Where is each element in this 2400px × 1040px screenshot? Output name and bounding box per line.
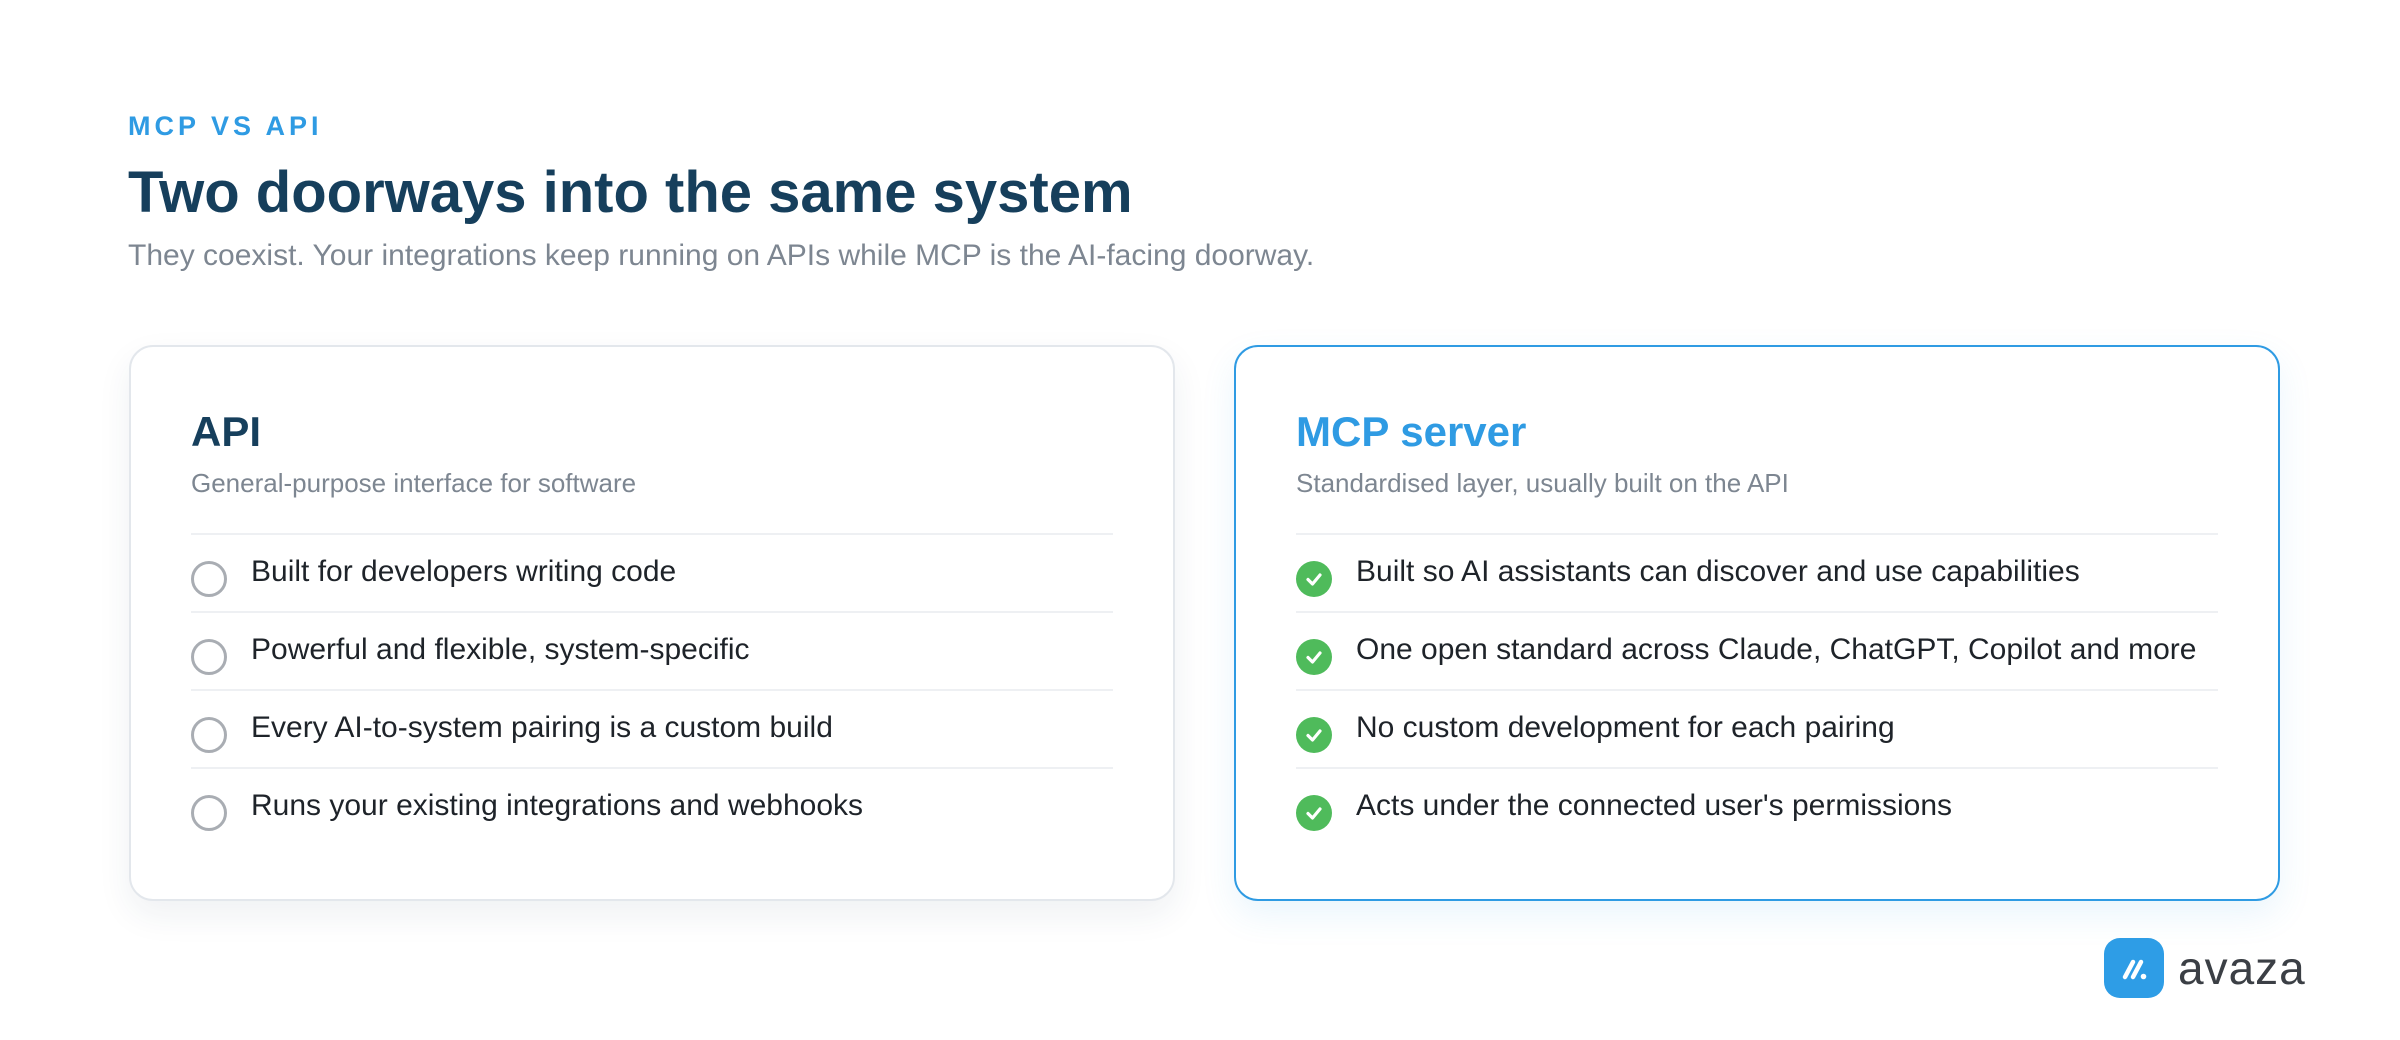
feature-text: No custom development for each pairing	[1356, 711, 1895, 744]
api-feature-list: Built for developers writing code Powerf…	[191, 535, 1113, 847]
api-card: API General-purpose interface for softwa…	[129, 345, 1175, 901]
list-item: Acts under the connected user's permissi…	[1296, 769, 2218, 847]
mcp-card-title: MCP server	[1296, 408, 1527, 455]
check-circle-icon	[1296, 795, 1332, 831]
check-circle-icon	[1296, 639, 1332, 675]
feature-text: Runs your existing integrations and webh…	[251, 789, 864, 822]
feature-text: Powerful and flexible, system-specific	[251, 633, 750, 666]
feature-text: Acts under the connected user's permissi…	[1356, 789, 1953, 822]
brand-name: avaza	[2178, 942, 2306, 994]
feature-text: One open standard across Claude, ChatGPT…	[1356, 633, 2197, 666]
page-subtitle: They coexist. Your integrations keep run…	[128, 239, 1315, 272]
list-item: Built so AI assistants can discover and …	[1296, 535, 2218, 613]
empty-circle-icon	[191, 561, 227, 597]
list-item: Runs your existing integrations and webh…	[191, 769, 1113, 847]
list-item: One open standard across Claude, ChatGPT…	[1296, 613, 2218, 691]
empty-circle-icon	[191, 795, 227, 831]
avaza-logo-icon	[2104, 938, 2164, 998]
api-card-subtitle: General-purpose interface for software	[191, 467, 1113, 535]
eyebrow-label: MCP VS API	[128, 111, 323, 141]
empty-circle-icon	[191, 717, 227, 753]
feature-text: Built for developers writing code	[251, 555, 677, 588]
page-title: Two doorways into the same system	[128, 160, 1133, 225]
list-item: Powerful and flexible, system-specific	[191, 613, 1113, 691]
api-card-title: API	[191, 408, 262, 455]
list-item: Every AI-to-system pairing is a custom b…	[191, 691, 1113, 769]
list-item: Built for developers writing code	[191, 535, 1113, 613]
mcp-card-subtitle: Standardised layer, usually built on the…	[1296, 467, 2218, 535]
feature-text: Built so AI assistants can discover and …	[1356, 555, 2080, 588]
mcp-feature-list: Built so AI assistants can discover and …	[1296, 535, 2218, 847]
feature-text: Every AI-to-system pairing is a custom b…	[251, 711, 833, 744]
empty-circle-icon	[191, 639, 227, 675]
check-circle-icon	[1296, 717, 1332, 753]
mcp-server-card: MCP server Standardised layer, usually b…	[1234, 345, 2280, 901]
list-item: No custom development for each pairing	[1296, 691, 2218, 769]
brand-logo: avaza	[2104, 938, 2306, 998]
check-circle-icon	[1296, 561, 1332, 597]
